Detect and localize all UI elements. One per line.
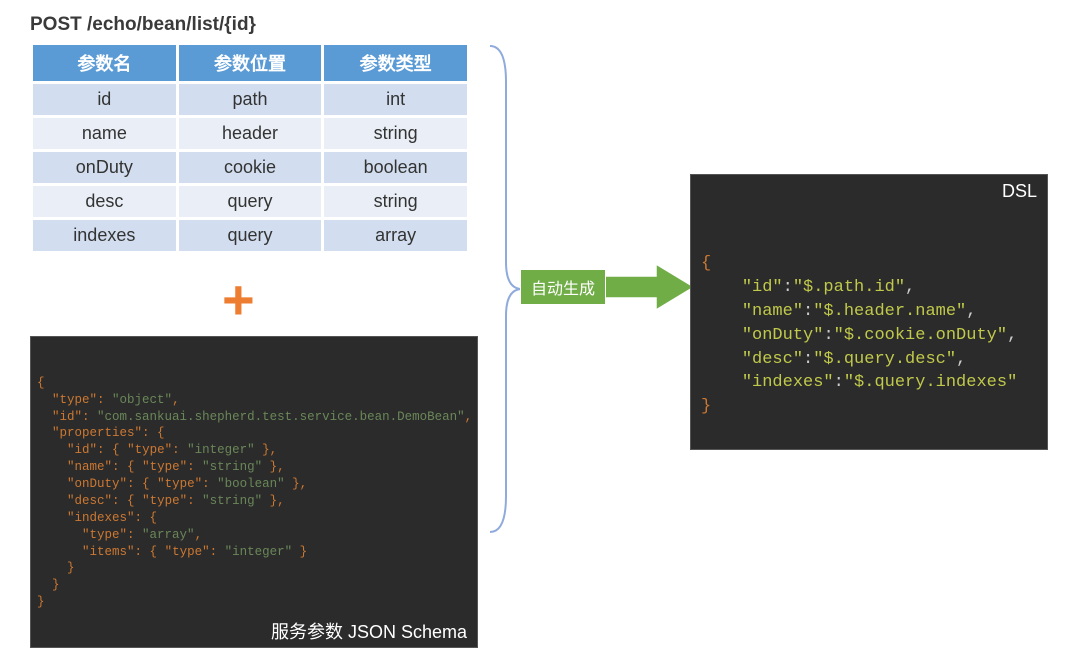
table-cell: cookie xyxy=(179,152,322,183)
arrow-label: 自动生成 xyxy=(520,269,606,305)
table-row: idpathint xyxy=(33,84,467,115)
table-row: onDutycookieboolean xyxy=(33,152,467,183)
table-cell: header xyxy=(179,118,322,149)
table-cell: indexes xyxy=(33,220,176,251)
json-schema-code: { "type": "object", "id": "com.sankuai.s… xyxy=(37,375,471,611)
table-cell: desc xyxy=(33,186,176,217)
table-cell: query xyxy=(179,220,322,251)
arrow-right-icon xyxy=(604,264,694,310)
dsl-caption: DSL xyxy=(1002,179,1037,204)
table-cell: int xyxy=(324,84,467,115)
param-table: 参数名 参数位置 参数类型 idpathintnameheaderstringo… xyxy=(30,42,470,254)
col-header-name: 参数名 xyxy=(33,45,176,81)
generate-arrow: 自动生成 xyxy=(520,264,694,310)
col-header-loc: 参数位置 xyxy=(179,45,322,81)
plus-icon: + xyxy=(222,272,255,328)
table-row: nameheaderstring xyxy=(33,118,467,149)
table-cell: name xyxy=(33,118,176,149)
table-row: descquerystring xyxy=(33,186,467,217)
table-cell: onDuty xyxy=(33,152,176,183)
json-schema-caption: 服务参数 JSON Schema xyxy=(271,620,467,644)
col-header-type: 参数类型 xyxy=(324,45,467,81)
left-column: POST /echo/bean/list/{id} 参数名 参数位置 参数类型 … xyxy=(30,14,470,254)
table-cell: string xyxy=(324,118,467,149)
table-cell: boolean xyxy=(324,152,467,183)
table-cell: array xyxy=(324,220,467,251)
table-cell: id xyxy=(33,84,176,115)
endpoint-title: POST /echo/bean/list/{id} xyxy=(30,14,470,36)
dsl-box: DSL { "id":"$.path.id", "name":"$.header… xyxy=(690,174,1048,450)
table-cell: string xyxy=(324,186,467,217)
dsl-code: { "id":"$.path.id", "name":"$.header.nam… xyxy=(701,252,1037,419)
json-schema-box: { "type": "object", "id": "com.sankuai.s… xyxy=(30,336,478,648)
table-cell: query xyxy=(179,186,322,217)
table-row: indexesqueryarray xyxy=(33,220,467,251)
table-cell: path xyxy=(179,84,322,115)
